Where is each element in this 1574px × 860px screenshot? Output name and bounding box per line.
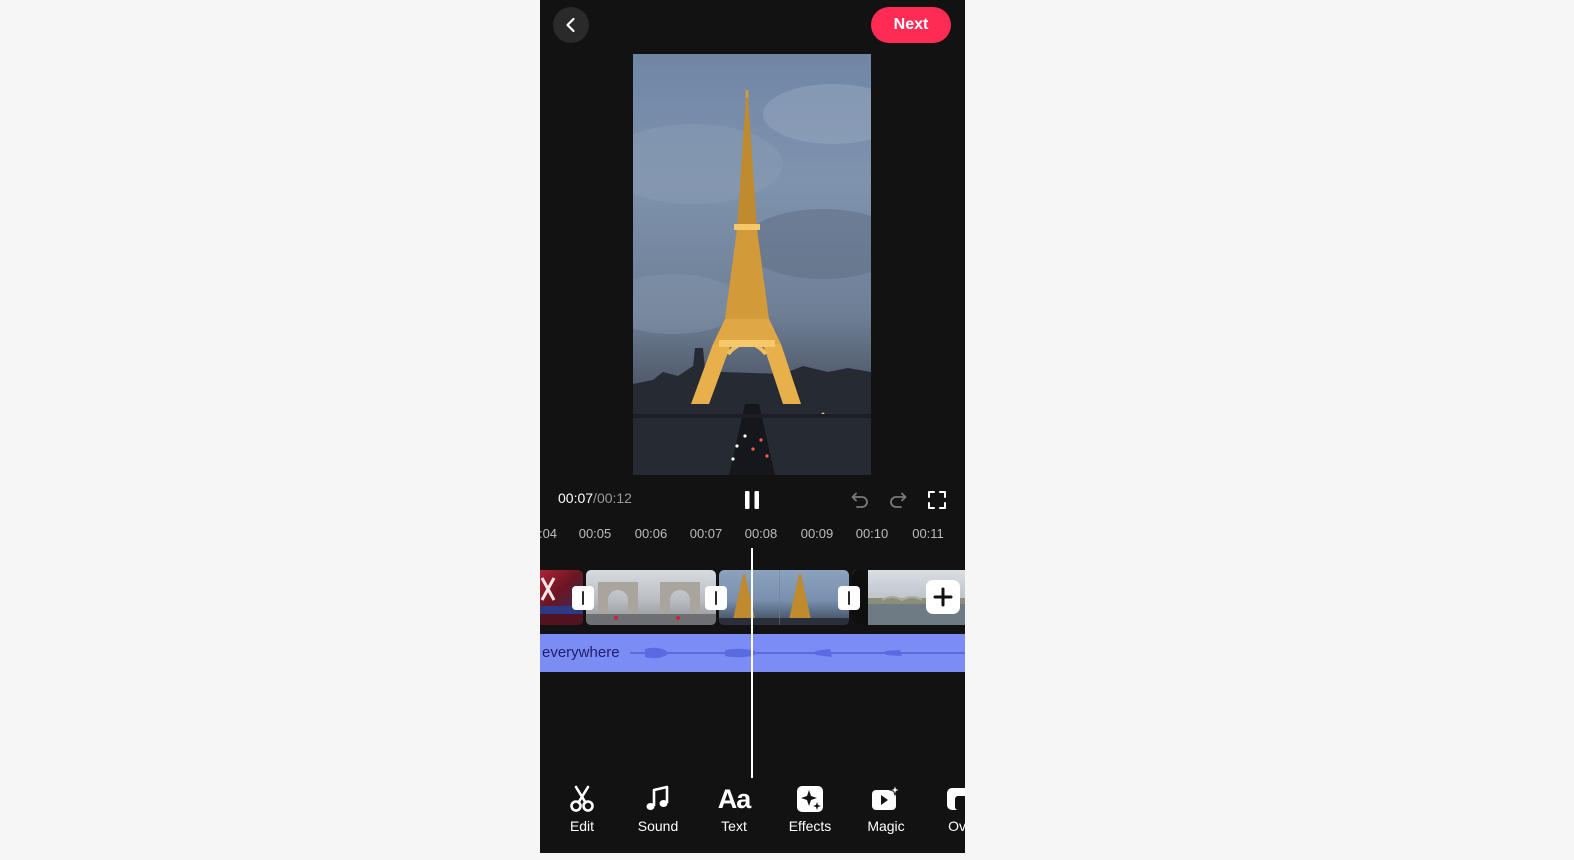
toolbar-item-label: Sound [637, 818, 679, 834]
playback-controls: 00:07/00:12 [540, 488, 965, 512]
video-clip-arc-de-triomphe[interactable] [586, 570, 716, 625]
undo-button[interactable] [849, 489, 871, 511]
toolbar-item-effects[interactable]: Effects [775, 784, 845, 840]
audio-track-label: everywhere [542, 644, 620, 661]
magic-video-icon [872, 784, 901, 810]
pause-button[interactable] [740, 488, 764, 512]
transition-button[interactable] [705, 586, 727, 610]
ruler-tick: 00:11 [912, 526, 944, 541]
add-clip-button[interactable] [926, 580, 960, 614]
scissors-icon [570, 785, 594, 812]
undo-icon [851, 492, 868, 508]
toolbar-item-sound[interactable]: Sound [623, 784, 693, 840]
clip-thumbnail [586, 582, 716, 625]
ruler-tick: :04 [540, 526, 558, 541]
fullscreen-icon [928, 491, 946, 509]
ruler-tick: 00:10 [855, 526, 889, 541]
ruler-tick: 00:05 [578, 526, 612, 541]
clip-thumbnail [719, 570, 849, 625]
eiffel-tower-frame [633, 84, 871, 475]
transition-button[interactable] [572, 586, 594, 610]
ruler-tick: 00:09 [800, 526, 834, 541]
video-preview[interactable] [633, 54, 871, 475]
overlay-icon [947, 788, 965, 810]
video-editor-screen: Next 00:07/00:12:04 00:05 00:06 00:07 0… [540, 0, 965, 853]
toolbar-item-text[interactable]: Aa Text [699, 784, 769, 840]
fullscreen-button[interactable] [926, 489, 948, 511]
redo-icon [890, 492, 907, 508]
timeline-ruler: :04 00:05 00:06 00:07 00:08 00:09 00:10 … [540, 526, 965, 544]
ruler-tick: 00:06 [634, 526, 668, 541]
timecode: 00:07/00:12 [558, 490, 632, 506]
music-note-icon [646, 785, 669, 810]
ruler-tick: 00:08 [744, 526, 778, 541]
playhead[interactable] [751, 548, 753, 778]
current-time: 00:07 [558, 490, 594, 506]
next-button[interactable]: Next [871, 7, 951, 43]
toolbar-item-label: Ove [948, 818, 965, 834]
ruler-tick: 00:07 [689, 526, 723, 541]
back-button[interactable] [553, 7, 589, 43]
editor-toolbar: Edit Sound Aa Text Effects Magic Ov [540, 784, 965, 840]
toolbar-item-label: Magic [867, 818, 905, 834]
chevron-left-icon [566, 17, 575, 33]
pause-icon [745, 491, 759, 509]
plus-icon [933, 587, 953, 607]
video-clip-eiffel-tower[interactable] [719, 570, 849, 625]
toolbar-item-magic[interactable]: Magic [851, 784, 921, 840]
redo-button[interactable] [887, 489, 909, 511]
toolbar-item-label: Text [721, 818, 747, 834]
toolbar-item-label: Edit [569, 818, 595, 834]
total-time: 00:12 [596, 490, 632, 506]
toolbar-item-overlay[interactable]: Ove [926, 784, 965, 840]
toolbar-item-label: Effects [788, 818, 832, 834]
text-aa-icon: Aa [717, 784, 752, 814]
transition-button[interactable] [838, 586, 860, 610]
sparkle-effects-icon [797, 786, 823, 812]
toolbar-item-edit[interactable]: Edit [547, 784, 617, 840]
